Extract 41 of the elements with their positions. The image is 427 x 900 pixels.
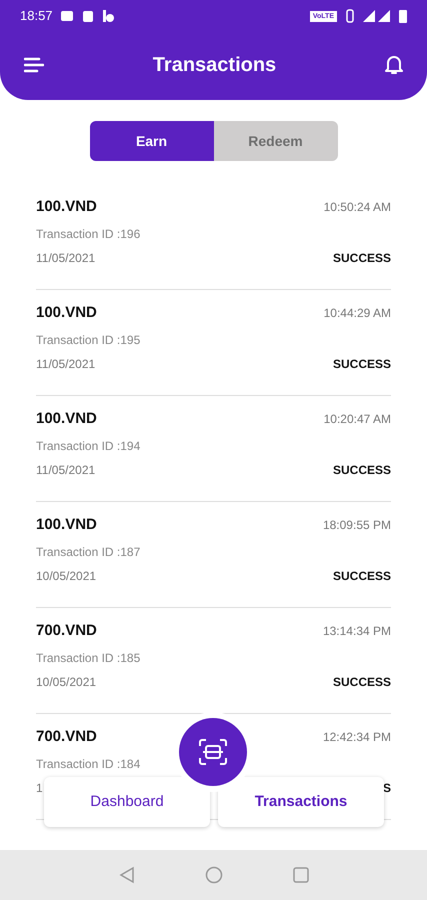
scan-icon: [198, 738, 228, 766]
status-text: SUCCESS: [332, 250, 391, 266]
menu-icon[interactable]: [24, 57, 44, 73]
date-text: 11/05/2021: [36, 250, 96, 266]
transaction-id: Transaction ID :184: [36, 756, 142, 772]
status-time: 18:57: [20, 7, 53, 26]
time-text: 13:14:34 PM: [322, 623, 391, 640]
time-text: 10:20:47 AM: [324, 411, 391, 428]
status-text: SUCCESS: [332, 462, 391, 478]
nav-tab[interactable]: Dashboard: [44, 777, 210, 827]
amount-text: 100.VND: [36, 515, 97, 535]
amount-text: 100.VND: [36, 197, 97, 217]
amount-text: 100.VND: [36, 409, 97, 429]
vibrate-icon: [345, 9, 355, 23]
date-text: 10/05/2021: [36, 674, 96, 690]
amount-text: 700.VND: [36, 727, 97, 747]
time-text: 18:09:55 PM: [322, 517, 391, 534]
battery-icon: [399, 9, 407, 23]
status-text: S: [382, 780, 391, 796]
notification-icons: [60, 9, 115, 23]
segment-tab[interactable]: Earn: [90, 121, 214, 161]
status-text: SUCCESS: [332, 674, 391, 690]
date-text: 11/05/2021: [36, 462, 96, 478]
date-text: 11/05/2021: [36, 356, 96, 372]
page-title: Transactions: [152, 53, 278, 78]
date-text: 1: [36, 780, 43, 796]
time-text: 10:50:24 AM: [324, 199, 391, 216]
transaction-id: Transaction ID :194: [36, 438, 142, 454]
time-text: 10:44:29 AM: [324, 305, 391, 322]
transaction-id: Transaction ID :187: [36, 544, 142, 560]
transaction-id: Transaction ID :185: [36, 650, 142, 666]
bell-icon[interactable]: [385, 55, 403, 75]
transaction-id: Transaction ID :195: [36, 332, 142, 348]
status-text: SUCCESS: [332, 356, 391, 372]
amount-text: 700.VND: [36, 621, 97, 641]
transaction-id: Transaction ID :196: [36, 226, 142, 242]
time-text: 12:42:34 PM: [322, 729, 391, 746]
status-text: SUCCESS: [332, 568, 391, 584]
amount-text: 100.VND: [36, 303, 97, 323]
date-text: 10/05/2021: [36, 568, 96, 584]
nav-tab[interactable]: Transactions: [218, 777, 384, 827]
